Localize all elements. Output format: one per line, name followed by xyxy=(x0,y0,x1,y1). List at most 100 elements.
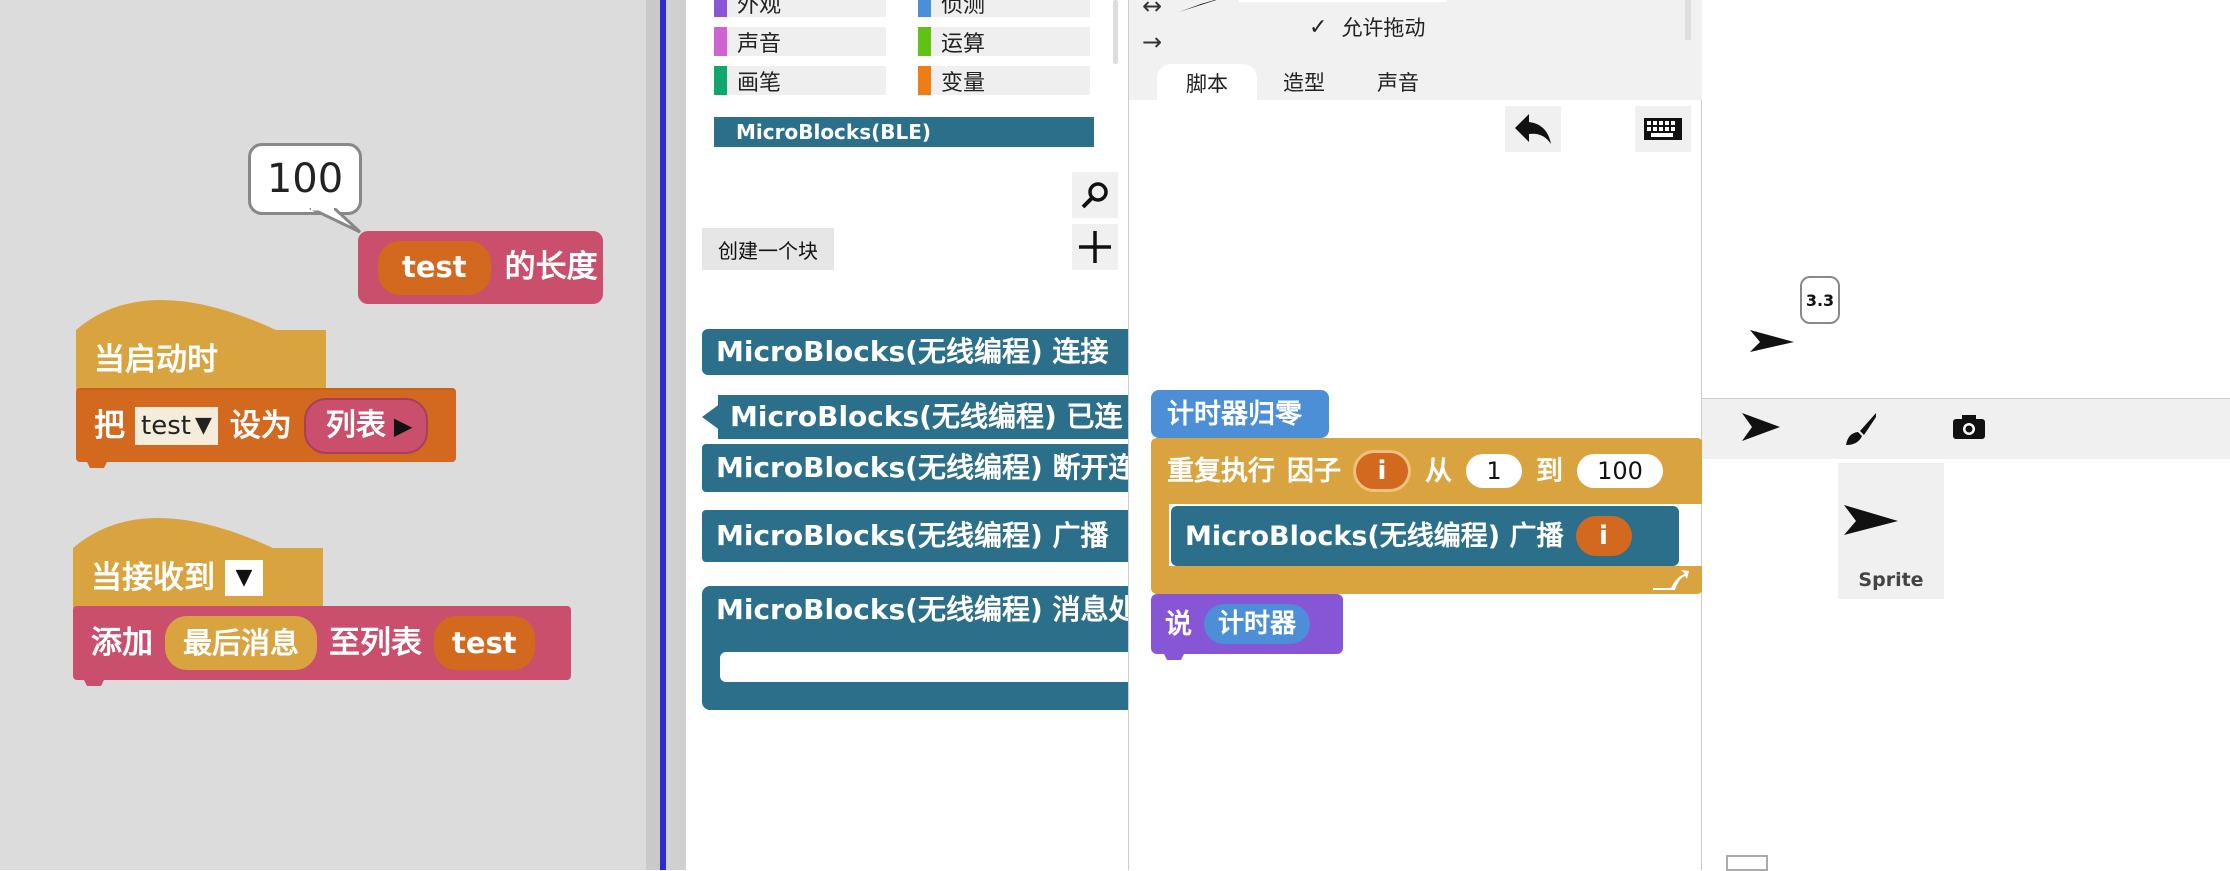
category-label: 侦测 xyxy=(941,0,986,18)
sprite-corral: Sprite xyxy=(1702,459,2230,871)
allow-drag-label: 允许拖动 xyxy=(1341,16,1426,40)
rotation-style-lr-icon[interactable]: ↔ xyxy=(1142,0,1162,20)
length-of-list-block[interactable]: test 的长度 xyxy=(358,231,603,304)
when-start-hat-block[interactable]: 当启动时 xyxy=(76,330,326,390)
search-blocks-button[interactable] xyxy=(1072,172,1118,218)
length-label: 的长度 xyxy=(504,249,598,285)
undo-button[interactable] xyxy=(1505,106,1561,152)
block-palette[interactable]: 外观 侦测 声音 运算 画笔 变量 MicroBlocks(BLE) 创建一个块… xyxy=(686,0,1128,870)
sprite-arrow-icon xyxy=(1844,505,1898,535)
tab-label: 脚本 xyxy=(1186,72,1228,96)
reset-timer-label: 计时器归零 xyxy=(1167,398,1302,430)
palette-block-connected[interactable]: MicroBlocks(无线编程) 已连 xyxy=(718,395,1128,439)
pane-gutter xyxy=(666,0,686,870)
palette-block-on-message[interactable]: MicroBlocks(无线编程) 消息处 xyxy=(702,586,1128,710)
add-block-notch xyxy=(83,678,105,686)
paint-brush-icon[interactable] xyxy=(1842,411,1878,447)
palette-block-broadcast[interactable]: MicroBlocks(无线编程) 广播 xyxy=(702,510,1128,562)
broadcast-arg-reporter[interactable]: i xyxy=(1575,516,1632,556)
palette-block-label: MicroBlocks(无线编程) 断开连 xyxy=(716,451,1128,484)
allow-drag-checkbox[interactable]: ✓ 允许拖动 xyxy=(1309,12,1425,42)
last-message-reporter[interactable]: 最后消息 xyxy=(165,616,318,670)
library-label: MicroBlocks(BLE) xyxy=(736,120,932,144)
category-operators[interactable]: 运算 xyxy=(918,27,1090,57)
sprite-editor: ↔ → ✓ 允许拖动 脚本 造型 声音 计时器归零 重复执行 因子 i 从 1 … xyxy=(1128,0,1703,870)
library-microblocks-ble[interactable]: MicroBlocks(BLE) xyxy=(714,117,1094,147)
make-block-label-button[interactable]: 创建一个块 xyxy=(702,228,834,270)
c-block-slot[interactable] xyxy=(720,652,1128,682)
category-label: 画笔 xyxy=(737,70,782,96)
new-turtle-sprite-icon[interactable] xyxy=(1742,413,1782,443)
make-block-label: 创建一个块 xyxy=(718,238,818,263)
say-label: 说 xyxy=(1165,608,1192,640)
timer-reporter[interactable]: 计时器 xyxy=(1204,604,1311,644)
to-list-label: 至列表 xyxy=(329,624,423,661)
category-color-swatch xyxy=(918,0,931,17)
make-block-button[interactable] xyxy=(1072,224,1118,270)
add-prefix-label: 添加 xyxy=(91,624,153,661)
category-label: 声音 xyxy=(737,31,782,57)
set-to-label: 设为 xyxy=(229,407,292,444)
sprite-name-row: Sprite xyxy=(1838,569,1944,591)
palette-block-disconnect[interactable]: MicroBlocks(无线编程) 断开连 xyxy=(702,444,1128,492)
keyboard-icon xyxy=(1644,118,1682,140)
category-color-swatch xyxy=(918,27,931,56)
reset-timer-block[interactable]: 计时器归零 xyxy=(1151,390,1329,438)
tab-scripts[interactable]: 脚本 xyxy=(1157,64,1257,102)
right-arrow-icon[interactable]: ▶ xyxy=(394,414,412,438)
list-reporter[interactable]: 列表 ▶ xyxy=(303,398,429,454)
stage-thumbnail[interactable] xyxy=(1726,855,1768,871)
say-block[interactable]: 说 计时器 xyxy=(1151,594,1343,654)
rotation-style-right-icon[interactable]: → xyxy=(1142,28,1162,56)
category-label: 变量 xyxy=(941,70,986,96)
repeat-label: 重复执行 xyxy=(1167,455,1275,487)
info-scrollbar[interactable] xyxy=(1685,0,1691,40)
loop-var-reporter[interactable]: i xyxy=(1353,450,1411,492)
when-receive-label: 当接收到 xyxy=(91,559,215,596)
when-start-label: 当启动时 xyxy=(94,341,218,378)
sprite-corral-toolbar xyxy=(1702,399,2230,459)
stage-sprite-arrow[interactable] xyxy=(1750,328,1796,354)
palette-block-label: MicroBlocks(无线编程) 已连 xyxy=(730,400,1123,433)
stage[interactable]: 3.3 xyxy=(1702,0,2230,399)
var-dropdown[interactable]: test ▼ xyxy=(135,407,218,445)
palette-block-connect[interactable]: MicroBlocks(无线编程) 连接 xyxy=(702,329,1128,375)
palette-blocks-clip: MicroBlocks(无线编程) 连接 MicroBlocks(无线编程) 已… xyxy=(686,320,1128,730)
from-value-input[interactable]: 1 xyxy=(1466,454,1522,488)
category-looks[interactable]: 外观 xyxy=(714,0,886,18)
sprite-name-label: Sprite xyxy=(1858,569,1924,591)
category-pen[interactable]: 画笔 xyxy=(714,66,886,96)
palette-scrollbar[interactable] xyxy=(1113,0,1118,64)
category-sound[interactable]: 声音 xyxy=(714,27,886,57)
category-color-swatch xyxy=(714,0,727,17)
tab-costumes[interactable]: 造型 xyxy=(1259,64,1349,100)
set-block-notch xyxy=(86,460,108,468)
sprite-icon-tile[interactable]: Sprite xyxy=(1838,463,1944,599)
tab-label: 声音 xyxy=(1377,71,1419,95)
var-dropdown-value: test xyxy=(141,411,191,441)
category-sensing[interactable]: 侦测 xyxy=(918,0,1090,18)
search-icon xyxy=(1081,182,1108,209)
left-script-area[interactable]: 100 test 的长度 当启动时 把 test ▼ 设为 列表 ▶ 当接收到 … xyxy=(0,0,646,870)
tab-sounds[interactable]: 声音 xyxy=(1353,64,1443,100)
list-var-reporter[interactable]: test xyxy=(378,240,491,295)
stage-bubble-text: 3.3 xyxy=(1805,290,1835,310)
speech-bubble-text: 100 xyxy=(266,156,344,202)
plus-icon xyxy=(1079,231,1111,263)
when-receive-hat-block[interactable]: 当接收到 ▼ xyxy=(73,548,323,608)
palette-block-label: MicroBlocks(无线编程) 消息处 xyxy=(716,593,1128,626)
set-var-block[interactable]: 把 test ▼ 设为 列表 ▶ xyxy=(76,388,456,462)
factor-label: 因子 xyxy=(1287,455,1341,487)
palette-block-label: MicroBlocks(无线编程) 广播 xyxy=(716,519,1109,552)
add-to-list-block[interactable]: 添加 最后消息 至列表 test xyxy=(73,606,571,680)
to-label: 到 xyxy=(1536,455,1563,487)
list-var-reporter[interactable]: test xyxy=(434,616,535,670)
keyboard-entry-button[interactable] xyxy=(1635,106,1691,152)
category-variables[interactable]: 变量 xyxy=(918,66,1090,96)
to-value-input[interactable]: 100 xyxy=(1577,454,1663,488)
message-dropdown[interactable]: ▼ xyxy=(225,560,263,596)
camera-icon[interactable] xyxy=(1952,413,1986,441)
sprite-name-field[interactable] xyxy=(1239,0,1447,2)
repeat-header: 重复执行 因子 i 从 1 到 100 xyxy=(1151,438,1703,504)
broadcast-block[interactable]: MicroBlocks(无线编程) 广播 i xyxy=(1171,506,1679,566)
